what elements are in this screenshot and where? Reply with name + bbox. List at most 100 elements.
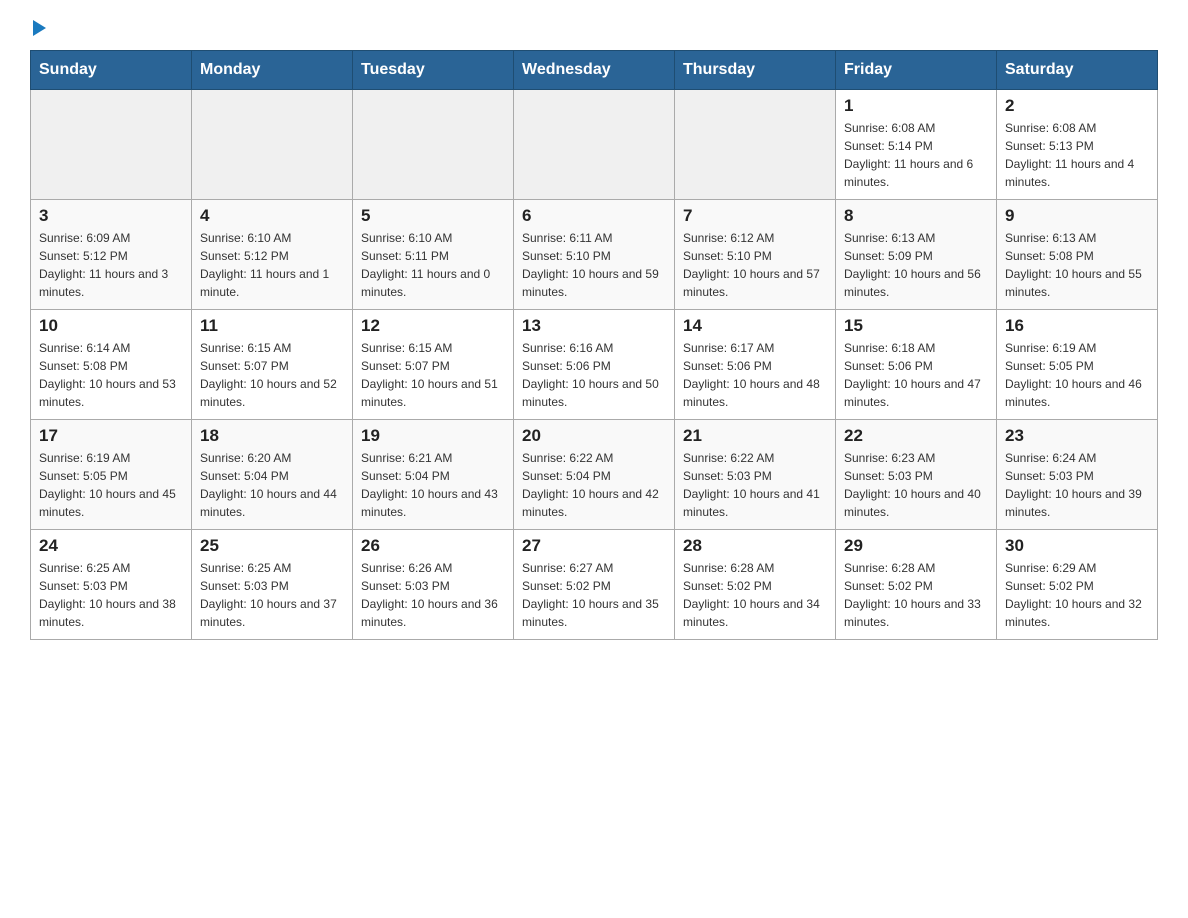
day-number: 27: [522, 536, 666, 556]
day-info: Sunrise: 6:15 AMSunset: 5:07 PMDaylight:…: [361, 339, 505, 411]
calendar-week-row: 10 Sunrise: 6:14 AMSunset: 5:08 PMDayligh…: [31, 310, 1158, 420]
day-info: Sunrise: 6:19 AMSunset: 5:05 PMDaylight:…: [1005, 339, 1149, 411]
calendar-day-cell: 18Sunrise: 6:20 AMSunset: 5:04 PMDayligh…: [192, 420, 353, 530]
page-header: [30, 20, 1158, 30]
calendar-day-cell: 4 Sunrise: 6:10 AMSunset: 5:12 PMDaylight…: [192, 200, 353, 310]
calendar-day-cell: 16 Sunrise: 6:19 AMSunset: 5:05 PMDayligh…: [997, 310, 1158, 420]
day-info: Sunrise: 6:10 AMSunset: 5:11 PMDaylight:…: [361, 229, 505, 301]
day-of-week-header: Sunday: [31, 51, 192, 90]
day-info: Sunrise: 6:12 AMSunset: 5:10 PMDaylight:…: [683, 229, 827, 301]
day-info: Sunrise: 6:13 AMSunset: 5:08 PMDaylight:…: [1005, 229, 1149, 301]
day-info: Sunrise: 6:28 AMSunset: 5:02 PMDaylight:…: [844, 559, 988, 631]
day-number: 5: [361, 206, 505, 226]
day-number: 29: [844, 536, 988, 556]
calendar-day-cell: 9 Sunrise: 6:13 AMSunset: 5:08 PMDaylight…: [997, 200, 1158, 310]
day-info: Sunrise: 6:24 AMSunset: 5:03 PMDaylight:…: [1005, 449, 1149, 521]
calendar-day-cell: 21Sunrise: 6:22 AMSunset: 5:03 PMDayligh…: [675, 420, 836, 530]
calendar-week-row: 3 Sunrise: 6:09 AMSunset: 5:12 PMDaylight…: [31, 200, 1158, 310]
day-number: 10: [39, 316, 183, 336]
day-number: 20: [522, 426, 666, 446]
day-number: 4: [200, 206, 344, 226]
day-number: 13: [522, 316, 666, 336]
calendar-day-cell: 13 Sunrise: 6:16 AMSunset: 5:06 PMDayligh…: [514, 310, 675, 420]
day-info: Sunrise: 6:27 AMSunset: 5:02 PMDaylight:…: [522, 559, 666, 631]
day-of-week-header: Wednesday: [514, 51, 675, 90]
calendar-day-cell: 3 Sunrise: 6:09 AMSunset: 5:12 PMDaylight…: [31, 200, 192, 310]
day-info: Sunrise: 6:18 AMSunset: 5:06 PMDaylight:…: [844, 339, 988, 411]
day-info: Sunrise: 6:29 AMSunset: 5:02 PMDaylight:…: [1005, 559, 1149, 631]
day-number: 26: [361, 536, 505, 556]
calendar-day-cell: 8Sunrise: 6:13 AMSunset: 5:09 PMDaylight…: [836, 200, 997, 310]
day-info: Sunrise: 6:26 AMSunset: 5:03 PMDaylight:…: [361, 559, 505, 631]
day-number: 6: [522, 206, 666, 226]
day-info: Sunrise: 6:10 AMSunset: 5:12 PMDaylight:…: [200, 229, 344, 301]
day-number: 3: [39, 206, 183, 226]
calendar-day-cell: 12 Sunrise: 6:15 AMSunset: 5:07 PMDayligh…: [353, 310, 514, 420]
day-number: 22: [844, 426, 988, 446]
day-info: Sunrise: 6:25 AMSunset: 5:03 PMDaylight:…: [39, 559, 183, 631]
day-of-week-header: Tuesday: [353, 51, 514, 90]
day-info: Sunrise: 6:08 AMSunset: 5:14 PMDaylight:…: [844, 119, 988, 191]
calendar-day-cell: 20 Sunrise: 6:22 AMSunset: 5:04 PMDayligh…: [514, 420, 675, 530]
day-of-week-header: Saturday: [997, 51, 1158, 90]
day-number: 24: [39, 536, 183, 556]
day-number: 1: [844, 96, 988, 116]
calendar-week-row: 24 Sunrise: 6:25 AMSunset: 5:03 PMDayligh…: [31, 530, 1158, 640]
calendar-day-cell: 1 Sunrise: 6:08 AMSunset: 5:14 PMDaylight…: [836, 90, 997, 200]
day-number: 23: [1005, 426, 1149, 446]
calendar-day-cell: 17 Sunrise: 6:19 AMSunset: 5:05 PMDayligh…: [31, 420, 192, 530]
calendar-day-cell: [31, 90, 192, 200]
calendar-week-row: 1 Sunrise: 6:08 AMSunset: 5:14 PMDaylight…: [31, 90, 1158, 200]
calendar-day-cell: 23 Sunrise: 6:24 AMSunset: 5:03 PMDayligh…: [997, 420, 1158, 530]
calendar-day-cell: 6 Sunrise: 6:11 AMSunset: 5:10 PMDaylight…: [514, 200, 675, 310]
logo-row1: [30, 20, 46, 34]
calendar-week-row: 17 Sunrise: 6:19 AMSunset: 5:05 PMDayligh…: [31, 420, 1158, 530]
calendar-day-cell: 10 Sunrise: 6:14 AMSunset: 5:08 PMDayligh…: [31, 310, 192, 420]
day-of-week-header: Thursday: [675, 51, 836, 90]
day-info: Sunrise: 6:16 AMSunset: 5:06 PMDaylight:…: [522, 339, 666, 411]
calendar-day-cell: [514, 90, 675, 200]
day-number: 8: [844, 206, 988, 226]
day-number: 15: [844, 316, 988, 336]
calendar-day-cell: 25 Sunrise: 6:25 AMSunset: 5:03 PMDayligh…: [192, 530, 353, 640]
calendar-day-cell: 28Sunrise: 6:28 AMSunset: 5:02 PMDayligh…: [675, 530, 836, 640]
calendar-day-cell: 14 Sunrise: 6:17 AMSunset: 5:06 PMDayligh…: [675, 310, 836, 420]
day-info: Sunrise: 6:28 AMSunset: 5:02 PMDaylight:…: [683, 559, 827, 631]
day-number: 9: [1005, 206, 1149, 226]
calendar-day-cell: [675, 90, 836, 200]
calendar-header-row: SundayMondayTuesdayWednesdayThursdayFrid…: [31, 51, 1158, 90]
day-info: Sunrise: 6:15 AMSunset: 5:07 PMDaylight:…: [200, 339, 344, 411]
day-info: Sunrise: 6:17 AMSunset: 5:06 PMDaylight:…: [683, 339, 827, 411]
day-number: 25: [200, 536, 344, 556]
day-info: Sunrise: 6:22 AMSunset: 5:04 PMDaylight:…: [522, 449, 666, 521]
day-info: Sunrise: 6:23 AMSunset: 5:03 PMDaylight:…: [844, 449, 988, 521]
day-info: Sunrise: 6:14 AMSunset: 5:08 PMDaylight:…: [39, 339, 183, 411]
day-number: 12: [361, 316, 505, 336]
day-number: 7: [683, 206, 827, 226]
day-number: 17: [39, 426, 183, 446]
calendar-day-cell: 15 Sunrise: 6:18 AMSunset: 5:06 PMDayligh…: [836, 310, 997, 420]
calendar-day-cell: [192, 90, 353, 200]
day-number: 19: [361, 426, 505, 446]
calendar-day-cell: 26 Sunrise: 6:26 AMSunset: 5:03 PMDayligh…: [353, 530, 514, 640]
logo-arrow-icon: [33, 20, 46, 36]
day-info: Sunrise: 6:19 AMSunset: 5:05 PMDaylight:…: [39, 449, 183, 521]
day-number: 14: [683, 316, 827, 336]
calendar-day-cell: 2 Sunrise: 6:08 AMSunset: 5:13 PMDaylight…: [997, 90, 1158, 200]
calendar-day-cell: 30Sunrise: 6:29 AMSunset: 5:02 PMDayligh…: [997, 530, 1158, 640]
day-info: Sunrise: 6:08 AMSunset: 5:13 PMDaylight:…: [1005, 119, 1149, 191]
calendar-table: SundayMondayTuesdayWednesdayThursdayFrid…: [30, 50, 1158, 640]
calendar-day-cell: 5 Sunrise: 6:10 AMSunset: 5:11 PMDaylight…: [353, 200, 514, 310]
day-info: Sunrise: 6:09 AMSunset: 5:12 PMDaylight:…: [39, 229, 183, 301]
day-number: 16: [1005, 316, 1149, 336]
calendar-day-cell: 27 Sunrise: 6:27 AMSunset: 5:02 PMDayligh…: [514, 530, 675, 640]
day-info: Sunrise: 6:20 AMSunset: 5:04 PMDaylight:…: [200, 449, 344, 521]
calendar-day-cell: 11Sunrise: 6:15 AMSunset: 5:07 PMDayligh…: [192, 310, 353, 420]
calendar-day-cell: 7 Sunrise: 6:12 AMSunset: 5:10 PMDaylight…: [675, 200, 836, 310]
calendar-day-cell: [353, 90, 514, 200]
day-number: 2: [1005, 96, 1149, 116]
day-info: Sunrise: 6:25 AMSunset: 5:03 PMDaylight:…: [200, 559, 344, 631]
day-info: Sunrise: 6:11 AMSunset: 5:10 PMDaylight:…: [522, 229, 666, 301]
logo: [30, 20, 46, 30]
day-of-week-header: Friday: [836, 51, 997, 90]
